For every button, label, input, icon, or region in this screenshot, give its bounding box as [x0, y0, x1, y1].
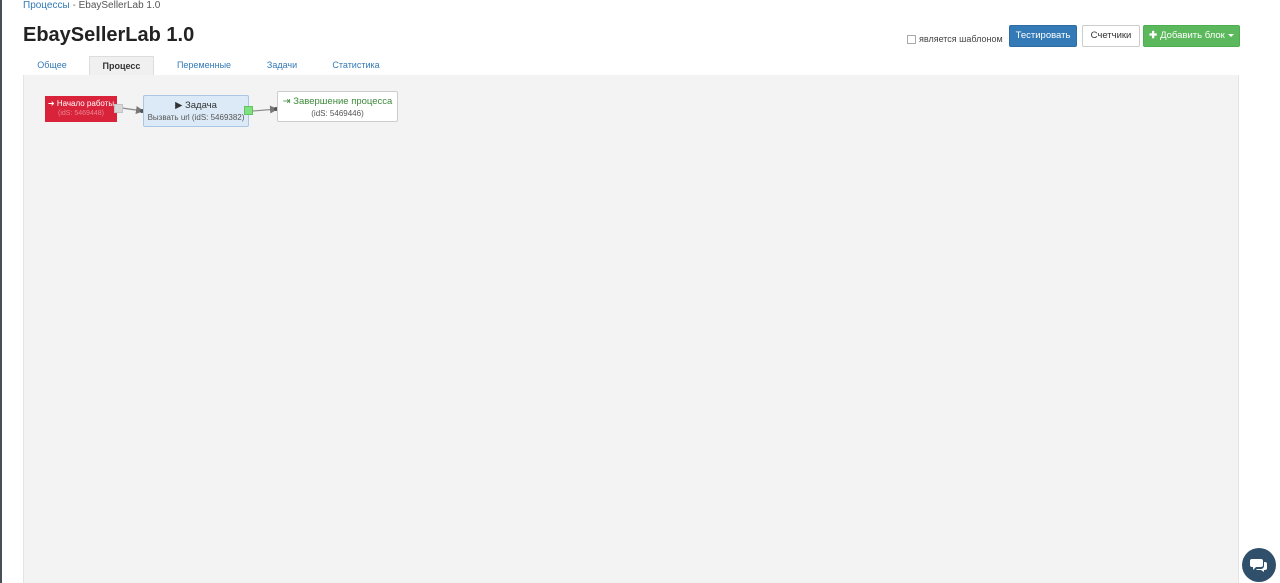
template-checkbox[interactable]	[907, 34, 916, 44]
counters-button[interactable]: Счетчики	[1082, 25, 1140, 47]
tab-variables[interactable]: Переменные	[166, 56, 242, 75]
process-canvas[interactable]	[23, 75, 1239, 583]
tab-tasks[interactable]: Задачи	[258, 56, 306, 75]
sign-out-icon: ⇥	[282, 96, 291, 107]
tab-bar: Общее Процесс Переменные Задачи Статисти…	[23, 56, 1239, 76]
chat-button[interactable]	[1242, 548, 1276, 582]
flow-node-start[interactable]: ➜ Начало работы (idS: 5469448)	[45, 96, 117, 122]
page-title: EbaySellerLab 1.0	[23, 24, 195, 46]
task-node-output-port[interactable]	[244, 106, 253, 115]
breadcrumb-separator: -	[72, 0, 76, 11]
tab-general[interactable]: Общее	[23, 56, 81, 75]
window-edge	[0, 0, 2, 583]
task-node-label: Задача	[185, 100, 217, 111]
sign-in-icon: ➜	[47, 99, 55, 108]
breadcrumb-link-processes[interactable]: Процессы	[23, 0, 70, 11]
play-icon: ▶	[175, 100, 183, 111]
plus-icon: ✚	[1149, 30, 1158, 41]
template-checkbox-label: является шаблоном	[919, 34, 1003, 44]
end-node-id: (idS: 5469446)	[311, 109, 364, 118]
breadcrumb: Процессы - EbaySellerLab 1.0	[23, 0, 160, 12]
start-node-output-port[interactable]	[114, 104, 123, 113]
breadcrumb-current: EbaySellerLab 1.0	[78, 0, 161, 11]
start-node-label: Начало работы	[56, 99, 115, 108]
add-block-button[interactable]: ✚ Добавить блок	[1143, 25, 1240, 47]
caret-down-icon	[1227, 33, 1234, 37]
tab-statistics[interactable]: Статистика	[325, 56, 387, 75]
add-block-label: Добавить блок	[1160, 30, 1225, 41]
flow-node-end[interactable]: ⇥ Завершение процесса (idS: 5469446)	[277, 91, 398, 122]
flow-node-task[interactable]: ▶ Задача Вызвать url (idS: 5469382)	[143, 95, 249, 127]
tab-process[interactable]: Процесс	[89, 56, 154, 76]
test-button[interactable]: Тестировать	[1009, 25, 1077, 47]
chat-icon	[1250, 559, 1267, 572]
template-checkbox-field[interactable]: является шаблоном	[907, 34, 1003, 44]
start-node-id: (idS: 5469448)	[58, 110, 104, 117]
task-node-subtitle: Вызвать url (idS: 5469382)	[147, 113, 245, 122]
end-node-label: Завершение процесса	[293, 96, 393, 107]
